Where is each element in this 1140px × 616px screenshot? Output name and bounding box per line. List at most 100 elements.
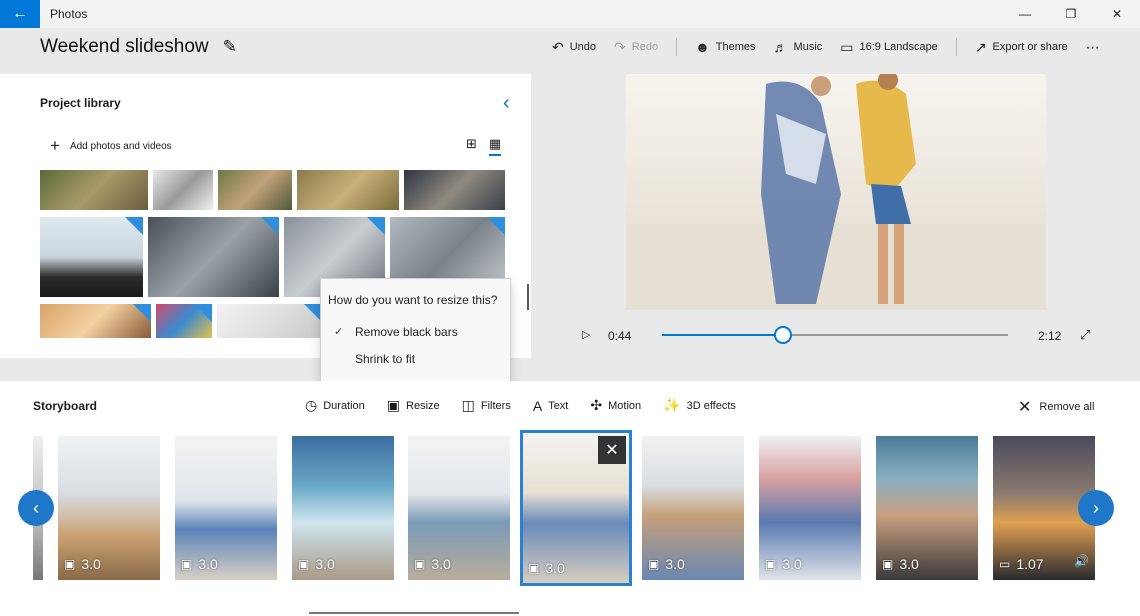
image-icon: ▣ [528, 561, 540, 575]
library-thumbnail[interactable] [40, 217, 143, 297]
image-icon: ▣ [298, 557, 310, 571]
share-icon: ↗ [974, 38, 987, 55]
close-icon: ✕ [605, 442, 619, 459]
back-arrow-icon: ← [12, 5, 28, 22]
library-thumbnail[interactable] [40, 170, 148, 210]
seek-bar[interactable] [662, 326, 1008, 344]
storyboard-card[interactable]: ▣ 3.0 [58, 436, 160, 580]
shrink-to-fit-option[interactable]: Shrink to fit [355, 352, 415, 366]
fullscreen-button[interactable]: ⤢ [1080, 327, 1090, 343]
resize-button[interactable]: ▣ Resize [387, 397, 440, 414]
video-corner-badge [261, 217, 279, 235]
undo-button[interactable]: ↶ Undo [552, 39, 596, 56]
image-icon: ▣ [765, 557, 777, 571]
aspect-ratio-icon: ▭ [840, 38, 854, 55]
project-title: Weekend slideshow [40, 36, 209, 57]
storyboard-card[interactable]: ▣ 3.0 [642, 436, 744, 580]
scroll-left-button[interactable]: ‹ [18, 490, 54, 526]
video-preview[interactable] [626, 74, 1046, 310]
seek-bar-thumb[interactable] [774, 326, 793, 344]
editor-toolbar: ↶ Undo ↷ Redo ☻ Themes ♬ Music ▭ 16:9 Landsca… [552, 36, 1118, 58]
play-button[interactable]: ▷ [582, 328, 590, 341]
toolbar-divider [955, 38, 957, 56]
storyboard-title: Storyboard [33, 399, 98, 413]
large-grid-view-button[interactable]: ⊞ [466, 136, 477, 156]
library-thumbnail[interactable] [297, 170, 399, 210]
redo-button[interactable]: ↷ Redo [614, 39, 658, 56]
app-title: Photos [50, 7, 88, 21]
library-thumbnail[interactable] [153, 170, 213, 210]
more-options-button[interactable]: ⋯ [1086, 39, 1100, 56]
edit-title-button[interactable]: ✎ [223, 37, 237, 57]
seek-bar-progress [662, 334, 784, 336]
storyboard-card[interactable]: ▣ 3.0 [876, 436, 978, 580]
filters-button[interactable]: ◫ Filters [462, 397, 511, 414]
preview-image [626, 74, 1046, 310]
text-button[interactable]: A Text [533, 397, 569, 414]
storyboard-scrollbar[interactable] [309, 612, 519, 614]
toolbar-divider [676, 38, 678, 56]
export-button[interactable]: ↗ Export or share [975, 39, 1068, 56]
library-thumbnail[interactable] [404, 170, 505, 210]
resize-flyout: How do you want to resize this? ✓ Remove… [320, 278, 511, 382]
library-thumbnail[interactable] [217, 304, 322, 338]
library-thumbnail[interactable] [40, 304, 151, 338]
motion-button[interactable]: ✣ Motion [590, 397, 641, 414]
chevron-right-icon: › [1093, 497, 1099, 518]
image-icon: ▣ [648, 557, 660, 571]
add-photos-button[interactable]: + Add photos and videos [50, 136, 172, 156]
speaker-icon: 🔊 [1074, 554, 1089, 568]
more-icon: ⋯ [1085, 38, 1100, 55]
text-icon: A [532, 397, 543, 414]
project-title-area: Weekend slideshow ✎ [40, 36, 237, 58]
close-button[interactable]: ✕ [1094, 0, 1140, 28]
storyboard-panel: Storyboard ◷ Duration ▣ Resize ◫ Filters AT… [0, 381, 1140, 616]
motion-icon: ✣ [590, 397, 603, 413]
remove-card-button[interactable]: ✕ [598, 436, 626, 464]
remove-all-button[interactable]: ✕ Remove all [1018, 397, 1094, 417]
storyboard-card[interactable]: ▣ 3.0 [292, 436, 394, 580]
plus-icon: + [50, 136, 60, 155]
filter-icon: ◫ [461, 397, 475, 413]
palette-icon: ☻ [695, 39, 710, 55]
library-title: Project library [40, 96, 121, 110]
collapse-library-button[interactable]: ‹ [503, 92, 510, 115]
video-corner-badge [367, 217, 385, 235]
restore-button[interactable]: ❐ [1048, 0, 1094, 28]
redo-icon: ↷ [614, 38, 626, 55]
duration-button[interactable]: ◷ Duration [305, 397, 365, 414]
image-icon: ▣ [181, 557, 193, 571]
image-icon: ▣ [64, 557, 76, 571]
resize-question: How do you want to resize this? [328, 293, 498, 307]
music-button[interactable]: ♬ Music [774, 39, 823, 55]
total-time: 2:12 [1038, 329, 1062, 343]
video-icon: ▭ [999, 557, 1011, 571]
library-scrollbar[interactable] [527, 284, 529, 310]
small-grid-view-button[interactable]: ▦ [488, 136, 502, 156]
pencil-icon: ✎ [222, 37, 237, 56]
aspect-ratio-button[interactable]: ▭ 16:9 Landscape [840, 39, 938, 56]
library-thumbnail[interactable] [148, 217, 279, 297]
library-thumbnail[interactable] [218, 170, 292, 210]
storyboard-card[interactable]: ▣ 3.0 [175, 436, 277, 580]
chevron-left-icon: ‹ [503, 92, 510, 114]
storyboard-tools: ◷ Duration ▣ Resize ◫ Filters A Text ✣ Motion… [305, 397, 758, 414]
storyboard-card[interactable]: ▣ 3.0 [759, 436, 861, 580]
minimize-button[interactable]: — [1002, 0, 1048, 28]
resize-icon: ▣ [386, 397, 401, 413]
back-button[interactable]: ← [0, 0, 40, 28]
3d-effects-button[interactable]: ✨ 3D effects [663, 397, 736, 414]
expand-icon: ⤢ [1080, 327, 1091, 342]
scroll-right-button[interactable]: › [1078, 490, 1114, 526]
library-thumbnail[interactable] [156, 304, 212, 338]
image-icon: ▣ [882, 557, 894, 571]
storyboard-card-selected[interactable]: ✕ ▣ 3.0 [520, 430, 632, 586]
remove-black-bars-option[interactable]: Remove black bars [355, 325, 458, 339]
speaker-icon: ♬ [773, 39, 788, 55]
close-icon: ✕ [1018, 399, 1032, 416]
image-icon: ▣ [414, 557, 426, 571]
themes-button[interactable]: ☻ Themes [695, 39, 755, 55]
storyboard-card[interactable]: ▣ 3.0 [408, 436, 510, 580]
sparkle-icon: ✨ [663, 397, 681, 413]
video-corner-badge [194, 304, 212, 322]
